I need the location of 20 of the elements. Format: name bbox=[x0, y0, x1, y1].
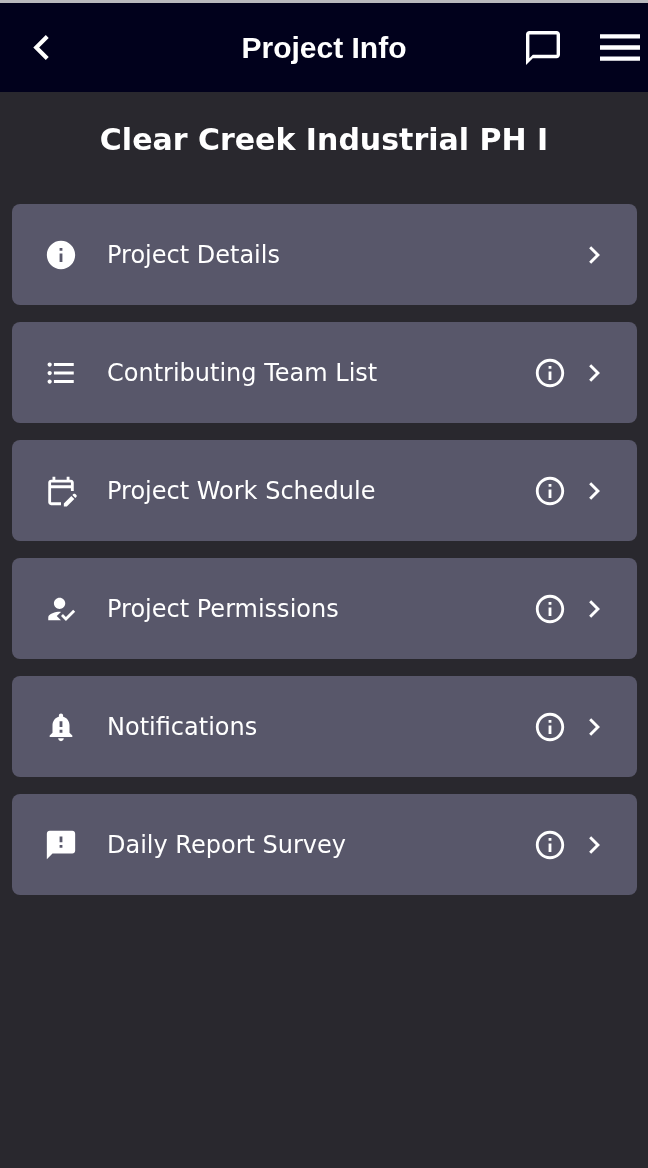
page-title: Project Info bbox=[241, 30, 407, 65]
chevron-right-icon bbox=[589, 363, 600, 382]
chat-button[interactable] bbox=[526, 30, 560, 65]
back-button[interactable] bbox=[33, 35, 49, 60]
menu-item[interactable]: Project Work Schedule bbox=[12, 440, 637, 541]
menu-item[interactable]: Daily Report Survey bbox=[12, 794, 637, 895]
menu-item[interactable]: Project Details bbox=[12, 204, 637, 305]
menu-icon bbox=[600, 34, 640, 61]
menu-button[interactable] bbox=[600, 34, 640, 61]
project-name: Clear Creek Industrial PH I bbox=[99, 121, 549, 159]
chat-icon bbox=[526, 30, 560, 65]
chevron-right-icon bbox=[589, 835, 600, 854]
menu-item[interactable]: Notifications bbox=[12, 676, 637, 777]
back-icon bbox=[33, 35, 49, 60]
chevron-right-icon bbox=[589, 245, 600, 264]
chevron-right-icon bbox=[589, 599, 600, 618]
chevron-right-icon bbox=[589, 481, 600, 500]
chevron-right-icon bbox=[589, 717, 600, 736]
menu-item[interactable]: Project Permissions bbox=[12, 558, 637, 659]
menu-item[interactable]: Contributing Team List bbox=[12, 322, 637, 423]
